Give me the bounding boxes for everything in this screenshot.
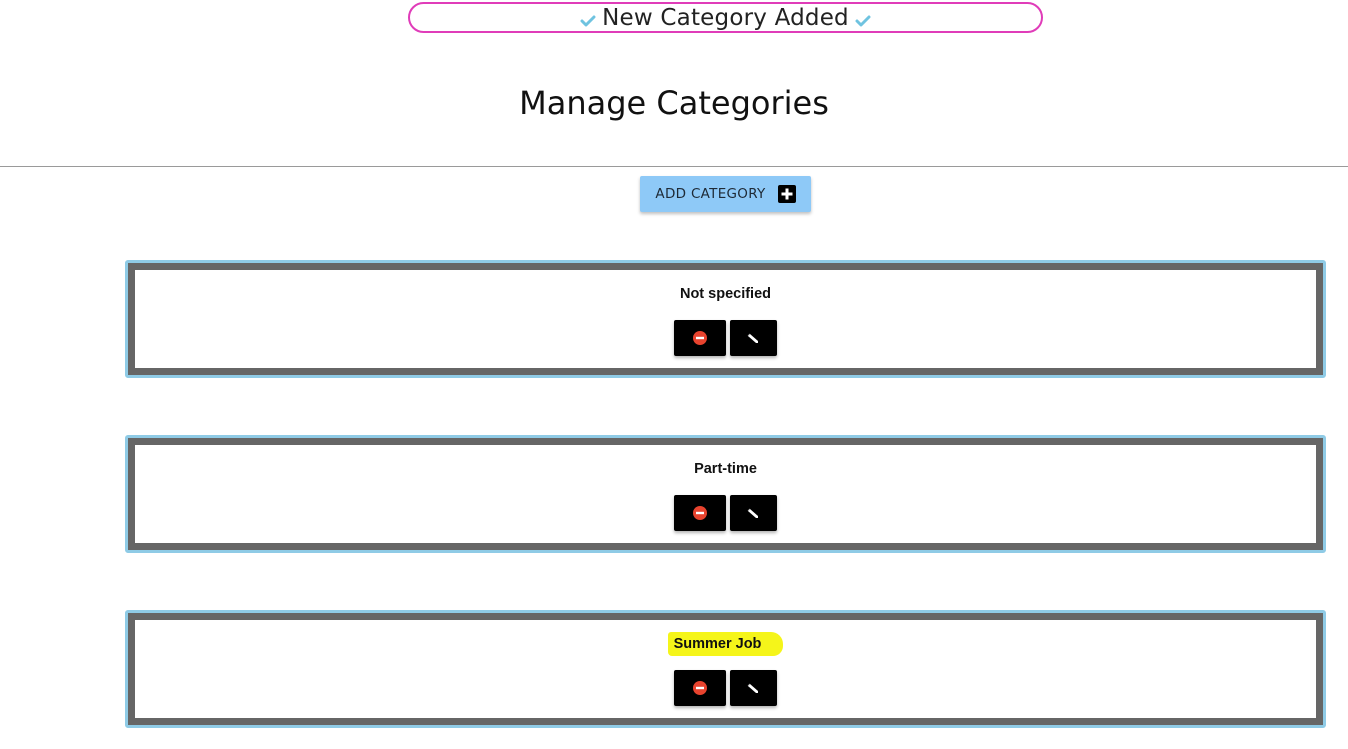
page: New Category Added Manage Categories ADD… bbox=[0, 0, 1348, 749]
edit-category-button[interactable] bbox=[730, 495, 777, 531]
category-name: Summer Job bbox=[135, 632, 1316, 656]
category-card: Part-time bbox=[125, 435, 1326, 553]
category-card-body: Part-time bbox=[128, 438, 1323, 550]
minus-circle-icon bbox=[693, 506, 707, 520]
pencil-icon bbox=[747, 683, 758, 693]
add-category-label: ADD CATEGORY bbox=[655, 186, 766, 202]
check-icon bbox=[580, 15, 596, 26]
plus-box-icon bbox=[777, 185, 796, 203]
category-name-text: Summer Job bbox=[667, 632, 784, 656]
category-card-body: Not specified bbox=[128, 263, 1323, 375]
category-actions bbox=[135, 495, 1316, 531]
category-name: Part-time bbox=[135, 461, 1316, 477]
edit-category-button[interactable] bbox=[730, 670, 777, 706]
add-category-button[interactable]: ADD CATEGORY bbox=[640, 176, 811, 212]
category-actions bbox=[135, 670, 1316, 706]
page-title: Manage Categories bbox=[519, 84, 829, 122]
minus-circle-icon bbox=[693, 681, 707, 695]
delete-category-button[interactable] bbox=[674, 670, 726, 706]
category-card: Not specified bbox=[125, 260, 1326, 378]
category-name: Not specified bbox=[135, 286, 1316, 302]
success-toast: New Category Added bbox=[408, 2, 1043, 33]
category-actions bbox=[135, 320, 1316, 356]
pencil-icon bbox=[747, 508, 758, 518]
category-name-text: Not specified bbox=[679, 286, 772, 302]
category-name-text: Part-time bbox=[694, 461, 757, 477]
delete-category-button[interactable] bbox=[674, 320, 726, 356]
minus-circle-icon bbox=[693, 331, 707, 345]
category-card: Summer Job bbox=[125, 610, 1326, 728]
check-icon bbox=[855, 15, 871, 26]
pencil-icon bbox=[747, 333, 758, 343]
edit-category-button[interactable] bbox=[730, 320, 777, 356]
delete-category-button[interactable] bbox=[674, 495, 726, 531]
category-card-body: Summer Job bbox=[128, 613, 1323, 725]
toast-message: New Category Added bbox=[602, 4, 849, 31]
header-divider bbox=[0, 166, 1348, 167]
